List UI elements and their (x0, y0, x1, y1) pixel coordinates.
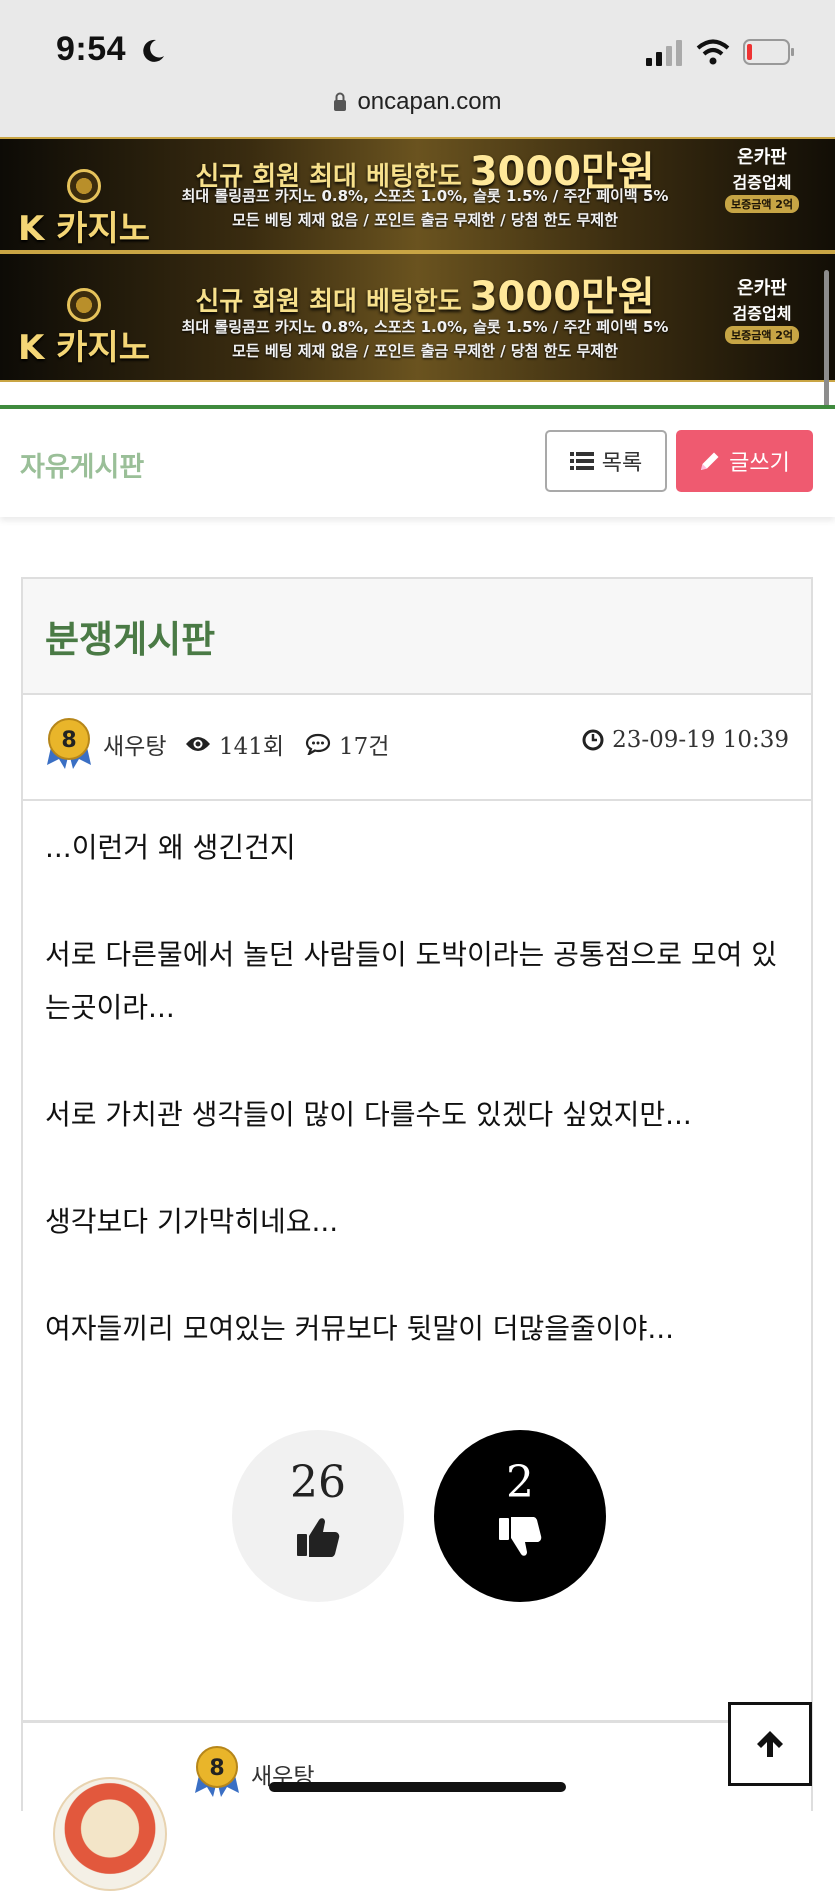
post-views: 141회 (185, 727, 284, 761)
board-name[interactable]: 자유게시판 (20, 445, 144, 484)
board-header: 자유게시판 목록 글쓰기 (0, 405, 835, 517)
comment-item: 8 새우탕 (21, 1721, 813, 1891)
seal-title: 온카판 (737, 147, 787, 168)
signal-icon (646, 40, 682, 66)
views-count: 141회 (219, 734, 285, 760)
thumbs-up-icon (297, 1518, 340, 1557)
comment-thumbnail (53, 1777, 167, 1891)
banner-line-2: 모든 베팅 제재 없음 / 포인트 출금 무제한 / 당첨 한도 무제한 (232, 211, 618, 229)
pencil-icon (701, 452, 719, 470)
verified-seal: 온카판 검증업체 보증금액 2억 (702, 143, 822, 213)
status-time: 9:54 (56, 30, 127, 68)
banner-line-2: 모든 베팅 제재 없음 / 포인트 출금 무제한 / 당첨 한도 무제한 (232, 342, 618, 360)
banner-headline-text: 신규 회원 최대 베팅한도 (195, 287, 462, 317)
post-paragraph: 서로 다른물에서 놀던 사람들이 도박이라는 공통점으로 모여 있는곳이라... (45, 938, 778, 1024)
casino-chip-icon (67, 169, 101, 203)
banner-line-1: 최대 롤링콤프 카지노 0.8%, 스포츠 1.0%, 슬롯 1.5% / 주간… (181, 187, 669, 205)
dislike-button[interactable]: 2 (434, 1430, 606, 1602)
address-bar[interactable]: oncapan.com (0, 88, 835, 116)
post-paragraph: 생각보다 기가막히네요... (45, 1205, 339, 1238)
seal-title: 온카판 (737, 278, 787, 299)
seal-subtitle: 검증업체 (732, 304, 792, 323)
post-body: ...이런거 왜 생긴건지 서로 다른물에서 놀던 사람들이 도박이라는 공통점… (45, 821, 795, 1409)
seal-deposit: 보증금액 2억 (724, 326, 800, 344)
level-number: 8 (209, 1756, 224, 1781)
comments-count: 17건 (339, 734, 390, 760)
moon-icon (143, 39, 164, 62)
banner-logo-text: K 카지노 (17, 328, 151, 368)
battery-icon (743, 39, 794, 65)
post-paragraph: ...이런거 왜 생긴건지 (45, 831, 296, 864)
banner-logo-text: K 카지노 (17, 209, 151, 249)
clock-icon (582, 729, 604, 751)
casino-chip-icon (67, 288, 101, 322)
datetime-text: 23-09-19 10:39 (612, 727, 789, 753)
banner-headline: 신규 회원 최대 베팅한도 3000만원 (155, 264, 695, 322)
like-count: 26 (290, 1457, 346, 1508)
banner-logo: K 카지노 (14, 288, 154, 369)
level-badge-icon: 8 (47, 718, 91, 769)
banner-line-1: 최대 롤링콤프 카지노 0.8%, 스포츠 1.0%, 슬롯 1.5% / 주간… (181, 318, 669, 336)
wifi-icon (696, 39, 730, 65)
eye-icon (186, 737, 210, 751)
list-icon (569, 452, 594, 470)
comment-icon (305, 733, 331, 755)
seal-deposit: 보증금액 2억 (724, 195, 800, 213)
banner-headline-amount: 3000만원 (469, 274, 655, 320)
ad-banner-1[interactable]: K 카지노 신규 회원 최대 베팅한도 3000만원 최대 롤링콤프 카지노 0.… (0, 137, 835, 252)
url-text: oncapan.com (357, 88, 502, 115)
seal-subtitle: 검증업체 (732, 173, 792, 192)
thumbs-down-icon (499, 1517, 542, 1556)
scroll-to-top-button[interactable] (728, 1702, 812, 1786)
post-title-bar: 분쟁게시판 (23, 579, 811, 695)
post-paragraph: 서로 가치관 생각들이 많이 다를수도 있겠다 싶었지만... (45, 1098, 692, 1131)
lock-icon (334, 92, 347, 111)
like-button[interactable]: 26 (232, 1430, 404, 1602)
level-number: 8 (61, 728, 76, 753)
post-paragraph: 여자들끼리 모여있는 커뮤보다 뒷말이 더많을줄이야... (45, 1312, 675, 1345)
post-title: 분쟁게시판 (45, 618, 216, 661)
page-scrollbar[interactable] (824, 270, 829, 420)
post-comment-count: 17건 (305, 727, 389, 761)
verified-seal: 온카판 검증업체 보증금액 2억 (702, 274, 822, 344)
arrow-up-icon (757, 1731, 783, 1757)
write-button-label: 글쓰기 (729, 451, 790, 476)
list-button-label: 목록 (601, 451, 643, 476)
level-badge-icon: 8 (195, 1746, 239, 1797)
banner-logo: K 카지노 (14, 169, 154, 250)
home-indicator[interactable] (269, 1782, 566, 1792)
post-meta: 8 새우탕 141회 17건 23-09-19 10:39 (23, 695, 811, 801)
post-datetime: 23-09-19 10:39 (582, 727, 789, 753)
post-card: 분쟁게시판 8 새우탕 141회 17건 23-09-19 10:39 ...이… (21, 577, 813, 1722)
write-button[interactable]: 글쓰기 (676, 430, 813, 492)
ad-banner-2[interactable]: K 카지노 신규 회원 최대 베팅한도 3000만원 최대 롤링콤프 카지노 0.… (0, 252, 835, 382)
list-button[interactable]: 목록 (545, 430, 667, 492)
post-author[interactable]: 새우탕 (103, 727, 166, 761)
status-bar: 9:54 oncapan.com (0, 0, 835, 137)
dislike-count: 2 (506, 1457, 534, 1508)
